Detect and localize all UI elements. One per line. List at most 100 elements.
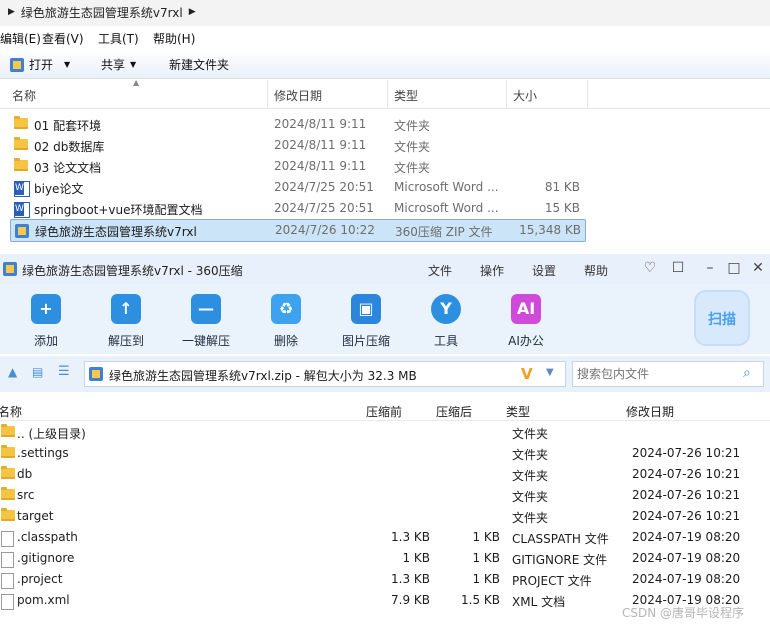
zip-row[interactable]: .gitignore 1 KB 1 KB GITIGNORE 文件 2024-07-19… — [0, 548, 770, 569]
new-folder-label: 新建文件夹 — [169, 58, 230, 72]
recycle-icon: ♻ — [271, 294, 301, 324]
file-name: biye论文 — [34, 182, 84, 196]
zip-file-before: 1.3 KB — [391, 530, 430, 544]
word-doc-icon — [14, 181, 30, 197]
col-size[interactable]: 大小 — [513, 87, 537, 104]
file-row[interactable]: 绿色旅游生态园管理系统v7rxl 2024/7/26 10:22 360压缩 ZIP… — [10, 219, 586, 242]
zip-file-type: 文件夹 — [512, 490, 549, 504]
share-label: 共享 — [101, 58, 126, 72]
one-click-extract-button[interactable]: — 一键解压 — [171, 294, 241, 349]
zip-row[interactable]: .settings 文件夹 2024-07-26 10:21 — [0, 443, 770, 464]
col-date[interactable]: 修改日期 — [626, 403, 674, 420]
zip-file-date: 2024-07-26 10:21 — [632, 488, 741, 502]
menu-tools[interactable]: 工具(T) — [98, 30, 139, 47]
zip-row[interactable]: .project 1.3 KB 1 KB PROJECT 文件 2024-07-19 0… — [0, 569, 770, 590]
delete-button[interactable]: ♻ 删除 — [251, 294, 321, 349]
zip-file-date: 2024-07-19 08:20 — [632, 530, 741, 544]
folder-icon — [14, 137, 28, 150]
zip-row[interactable]: .. (上级目录) 文件夹 — [0, 422, 770, 443]
menu-help[interactable]: 帮助 — [584, 262, 608, 279]
col-name[interactable]: 名称 — [12, 87, 36, 104]
zip-file-before: 7.9 KB — [391, 593, 430, 607]
zip-ribbon: + 添加 ↑ 解压到 — 一键解压 ♻ 删除 ▣ 图片压缩 Y 工具 AI AI… — [0, 284, 770, 354]
add-button[interactable]: + 添加 — [11, 294, 81, 349]
list-view-icon[interactable]: ☰ — [58, 364, 70, 379]
folder-icon — [1, 466, 15, 479]
file-type: 文件夹 — [394, 140, 431, 154]
file-name: 01 配套环境 — [34, 119, 102, 133]
watermark: CSDN @唐哥毕设程序 — [622, 606, 745, 620]
search-input[interactable] — [575, 364, 739, 384]
col-before[interactable]: 压缩前 — [366, 403, 402, 420]
zip-row[interactable]: target 文件夹 2024-07-26 10:21 — [0, 506, 770, 527]
zip-file-after: 1.5 KB — [461, 593, 500, 607]
file-name: 绿色旅游生态园管理系统v7rxl — [35, 225, 197, 239]
menu-view[interactable]: 查看(V) — [42, 30, 84, 47]
folder-icon — [1, 508, 15, 521]
search-icon[interactable]: ⌕ — [743, 365, 751, 381]
open-icon — [10, 57, 24, 72]
zip-row[interactable]: .classpath 1.3 KB 1 KB CLASSPATH 文件 2024-07-… — [0, 527, 770, 548]
xml-file-icon — [1, 594, 14, 610]
file-date: 2024/8/11 9:11 — [274, 159, 367, 173]
open-button[interactable]: 打开 ▼ — [10, 56, 70, 73]
zip-file-type: 文件夹 — [512, 427, 549, 441]
close-icon[interactable]: ✕ — [750, 260, 766, 276]
image-compress-button[interactable]: ▣ 图片压缩 — [331, 294, 401, 349]
chevron-down-icon: ▼ — [130, 60, 137, 69]
file-row[interactable]: 01 配套环境 2024/8/11 9:11 文件夹 — [10, 114, 584, 135]
breadcrumb[interactable]: 绿色旅游生态园管理系统v7rxl — [21, 4, 183, 21]
zip-file-date: 2024-07-19 08:20 — [632, 572, 741, 586]
file-name: springboot+vue环境配置文档 — [34, 203, 203, 217]
zip-file-type: 文件夹 — [512, 448, 549, 462]
path-field[interactable]: 绿色旅游生态园管理系统v7rxl.zip - 解包大小为 32.3 MB V ▼ — [84, 361, 566, 387]
file-date: 2024/8/11 9:11 — [274, 117, 367, 131]
chevron-down-icon[interactable]: ▼ — [546, 367, 554, 378]
folder-icon — [14, 116, 28, 129]
extract-to-button[interactable]: ↑ 解压到 — [91, 294, 161, 349]
maximize-icon[interactable]: □ — [726, 260, 742, 276]
col-after[interactable]: 压缩后 — [436, 403, 472, 420]
zip-file-type: PROJECT 文件 — [512, 574, 592, 588]
thumbnail-view-icon[interactable]: ▤ — [32, 365, 43, 379]
sort-up-icon: ▲ — [133, 78, 140, 87]
menu-action[interactable]: 操作 — [480, 262, 504, 279]
file-date: 2024/7/25 20:51 — [274, 180, 374, 194]
file-row[interactable]: springboot+vue环境配置文档 2024/7/25 20:51 Micro… — [10, 198, 584, 219]
zip-row[interactable]: db 文件夹 2024-07-26 10:21 — [0, 464, 770, 485]
zip-file-name: .settings — [17, 446, 69, 460]
zip-file-name: src — [17, 488, 35, 502]
address-bar[interactable]: ▶ 绿色旅游生态园管理系统v7rxl ▶ — [0, 0, 770, 27]
zip-file-after: 1 KB — [472, 572, 500, 586]
zip-row[interactable]: src 文件夹 2024-07-26 10:21 — [0, 485, 770, 506]
skin-icon[interactable]: ♡ — [642, 260, 658, 276]
chevron-right-icon: ▶ — [188, 7, 196, 17]
col-type[interactable]: 类型 — [394, 87, 418, 104]
menu-edit[interactable]: 编辑(E) — [0, 30, 41, 47]
file-row[interactable]: biye论文 2024/7/25 20:51 Microsoft Word ... 8… — [10, 177, 584, 198]
col-type[interactable]: 类型 — [506, 403, 530, 420]
new-folder-button[interactable]: 新建文件夹 — [169, 56, 229, 73]
up-arrow-icon[interactable]: ▲ — [8, 365, 17, 379]
zip-file-name: .classpath — [17, 530, 78, 544]
zip-file-before: 1 KB — [402, 551, 430, 565]
scan-button[interactable]: 扫描 — [694, 290, 750, 346]
file-type: Microsoft Word ... — [394, 201, 499, 215]
col-name[interactable]: 名称 — [0, 403, 22, 420]
tools-button[interactable]: Y 工具 — [411, 294, 481, 349]
file-row[interactable]: 02 db数据库 2024/8/11 9:11 文件夹 — [10, 135, 584, 156]
menu-file[interactable]: 文件 — [428, 262, 452, 279]
share-button[interactable]: 共享 ▼ — [101, 56, 136, 73]
col-date[interactable]: 修改日期 — [274, 87, 322, 104]
file-row[interactable]: 03 论文文档 2024/8/11 9:11 文件夹 — [10, 156, 584, 177]
file-type: 360压缩 ZIP 文件 — [395, 225, 493, 239]
menu-help[interactable]: 帮助(H) — [153, 30, 195, 47]
ai-office-button[interactable]: AI AI办公 — [491, 294, 561, 349]
ai-icon: AI — [511, 294, 541, 324]
file-date: 2024/7/25 20:51 — [274, 201, 374, 215]
feedback-icon[interactable]: ☐ — [670, 260, 686, 276]
minimize-icon[interactable]: – — [702, 260, 718, 276]
folder-icon — [1, 487, 15, 500]
zip-file-name: .gitignore — [17, 551, 75, 565]
menu-settings[interactable]: 设置 — [532, 262, 556, 279]
